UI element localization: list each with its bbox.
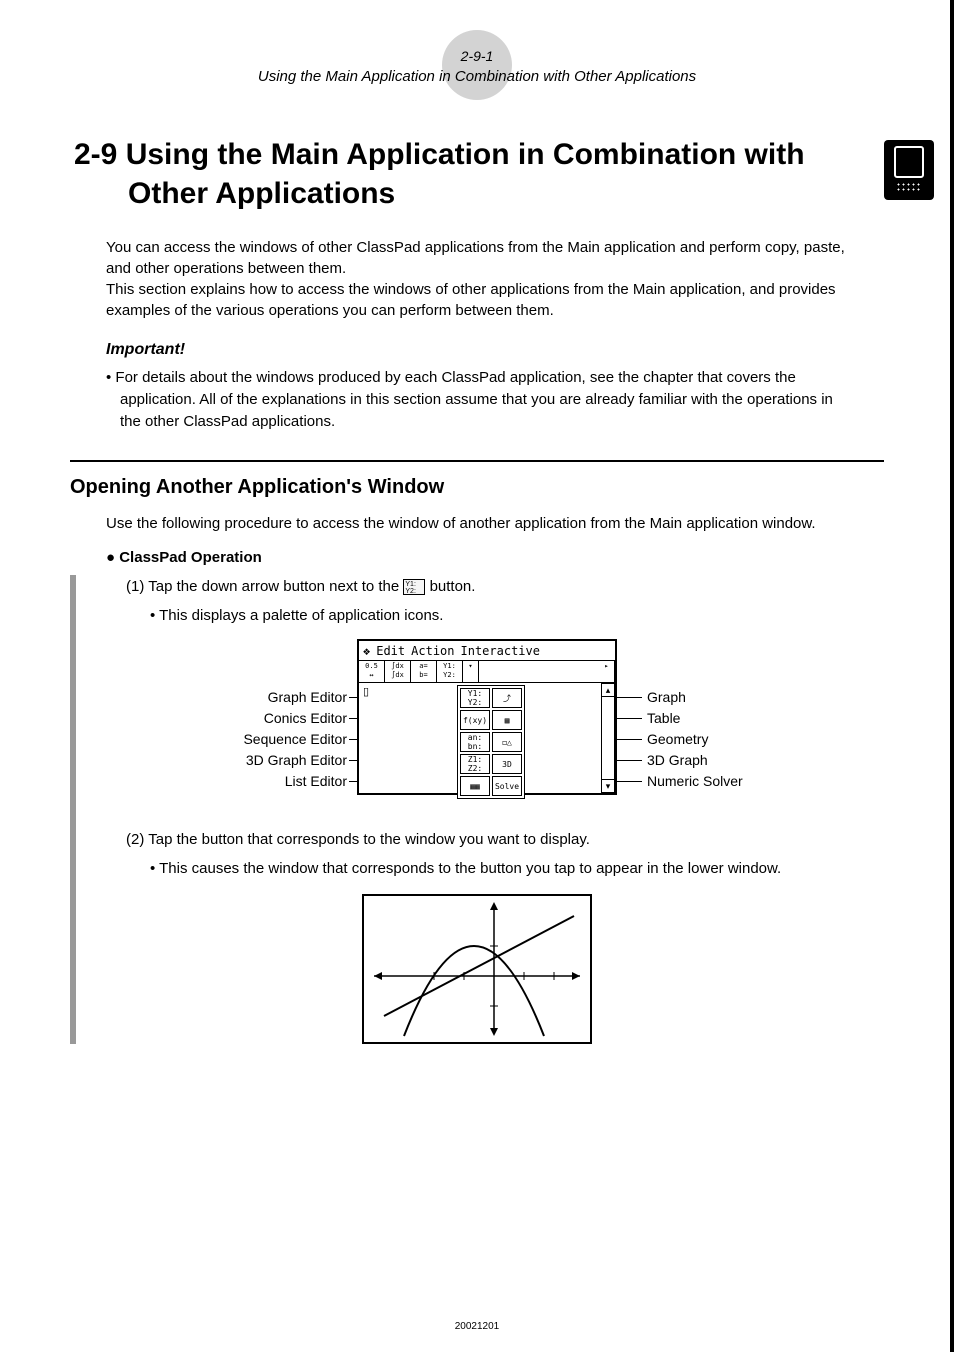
scroll-up-button[interactable]: ▴	[601, 683, 615, 697]
work-area[interactable]: ▯ Y1: Y2: ⤴ f(xy) ▦ an: bn: ◻△	[359, 683, 615, 793]
toolbar-btn-3[interactable]: a=b=	[411, 661, 437, 682]
palette-geometry[interactable]: ◻△	[492, 732, 522, 752]
menu-bar[interactable]: ❖ Edit Action Interactive	[359, 641, 615, 661]
palette-figure: Graph Editor Conics Editor Sequence Edit…	[167, 639, 787, 809]
classpad-operation-label: ● ClassPad Operation	[106, 549, 884, 566]
footer-code: 20021201	[0, 1321, 954, 1332]
toolbar-dropdown-arrow[interactable]: ▾	[463, 661, 479, 682]
operation-side-bar	[70, 575, 76, 1044]
page-header: 2-9-1 Using the Main Application in Comb…	[70, 40, 884, 85]
graph-window-figure	[362, 894, 592, 1044]
toolbar-btn-1[interactable]: 0.5↔	[359, 661, 385, 682]
cursor-icon: ▯	[363, 685, 369, 698]
label-geometry: Geometry	[647, 731, 708, 747]
label-sequence-editor: Sequence Editor	[167, 731, 347, 747]
step-1: (1) Tap the down arrow button next to th…	[126, 576, 848, 599]
palette-window: ❖ Edit Action Interactive 0.5↔ ∫dx∫dx a=…	[357, 639, 617, 795]
label-list-editor: List Editor	[167, 773, 347, 789]
palette-conics-editor[interactable]: f(xy)	[460, 710, 490, 730]
section-heading: Opening Another Application's Window	[70, 476, 884, 499]
toolbar-btn-4[interactable]: Y1:Y2:	[437, 661, 463, 682]
label-conics-editor: Conics Editor	[167, 710, 347, 726]
label-table: Table	[647, 710, 680, 726]
section-divider	[70, 460, 884, 462]
toolbar-expand[interactable]: ▸	[599, 661, 615, 682]
header-subtitle: Using the Main Application in Combinatio…	[70, 68, 884, 85]
menu-interactive[interactable]: Interactive	[461, 644, 540, 658]
label-graph-editor: Graph Editor	[167, 689, 347, 705]
menu-action[interactable]: Action	[411, 644, 454, 658]
graph-plot-svg	[364, 896, 590, 1042]
step-2-sub: • This causes the window that correspond…	[150, 858, 848, 881]
intro-paragraph: You can access the windows of other Clas…	[106, 237, 848, 321]
important-text: • For details about the windows produced…	[106, 367, 848, 432]
page-right-border	[950, 0, 954, 1352]
toolbar-btn-2[interactable]: ∫dx∫dx	[385, 661, 411, 682]
toolbar: 0.5↔ ∫dx∫dx a=b= Y1:Y2: ▾ ▸	[359, 661, 615, 683]
palette-list-editor[interactable]: ▦▦	[460, 776, 490, 796]
important-label: Important!	[106, 341, 848, 359]
palette-3d-graph[interactable]: 3D	[492, 754, 522, 774]
calculator-side-icon	[884, 140, 934, 200]
scroll-down-button[interactable]: ▾	[601, 779, 615, 793]
app-palette: Y1: Y2: ⤴ f(xy) ▦ an: bn: ◻△ Z1: Z2:	[457, 685, 525, 799]
label-3d-graph-editor: 3D Graph Editor	[167, 752, 347, 768]
label-graph: Graph	[647, 689, 686, 705]
section-intro: Use the following procedure to access th…	[106, 513, 848, 535]
label-numeric-solver: Numeric Solver	[647, 773, 743, 789]
label-3d-graph: 3D Graph	[647, 752, 708, 768]
settings-icon[interactable]: ❖	[363, 644, 370, 658]
app-palette-button-icon: Y1:Y2:	[403, 579, 425, 595]
palette-graph-editor[interactable]: Y1: Y2:	[460, 688, 490, 708]
step1-prefix: (1) Tap the down arrow button next to th…	[126, 578, 403, 595]
page-reference: 2-9-1	[70, 40, 884, 64]
palette-graph[interactable]: ⤴	[492, 688, 522, 708]
palette-table[interactable]: ▦	[492, 710, 522, 730]
menu-edit[interactable]: Edit	[376, 644, 405, 658]
scroll-track[interactable]	[601, 697, 615, 779]
step-2: (2) Tap the button that corresponds to t…	[126, 829, 848, 852]
palette-numeric-solver[interactable]: Solve	[492, 776, 522, 796]
palette-3d-graph-editor[interactable]: Z1: Z2:	[460, 754, 490, 774]
main-heading: 2-9 Using the Main Application in Combin…	[124, 135, 884, 213]
step-1-sub: • This displays a palette of application…	[150, 605, 848, 628]
palette-sequence-editor[interactable]: an: bn:	[460, 732, 490, 752]
step1-suffix: button.	[430, 578, 476, 595]
